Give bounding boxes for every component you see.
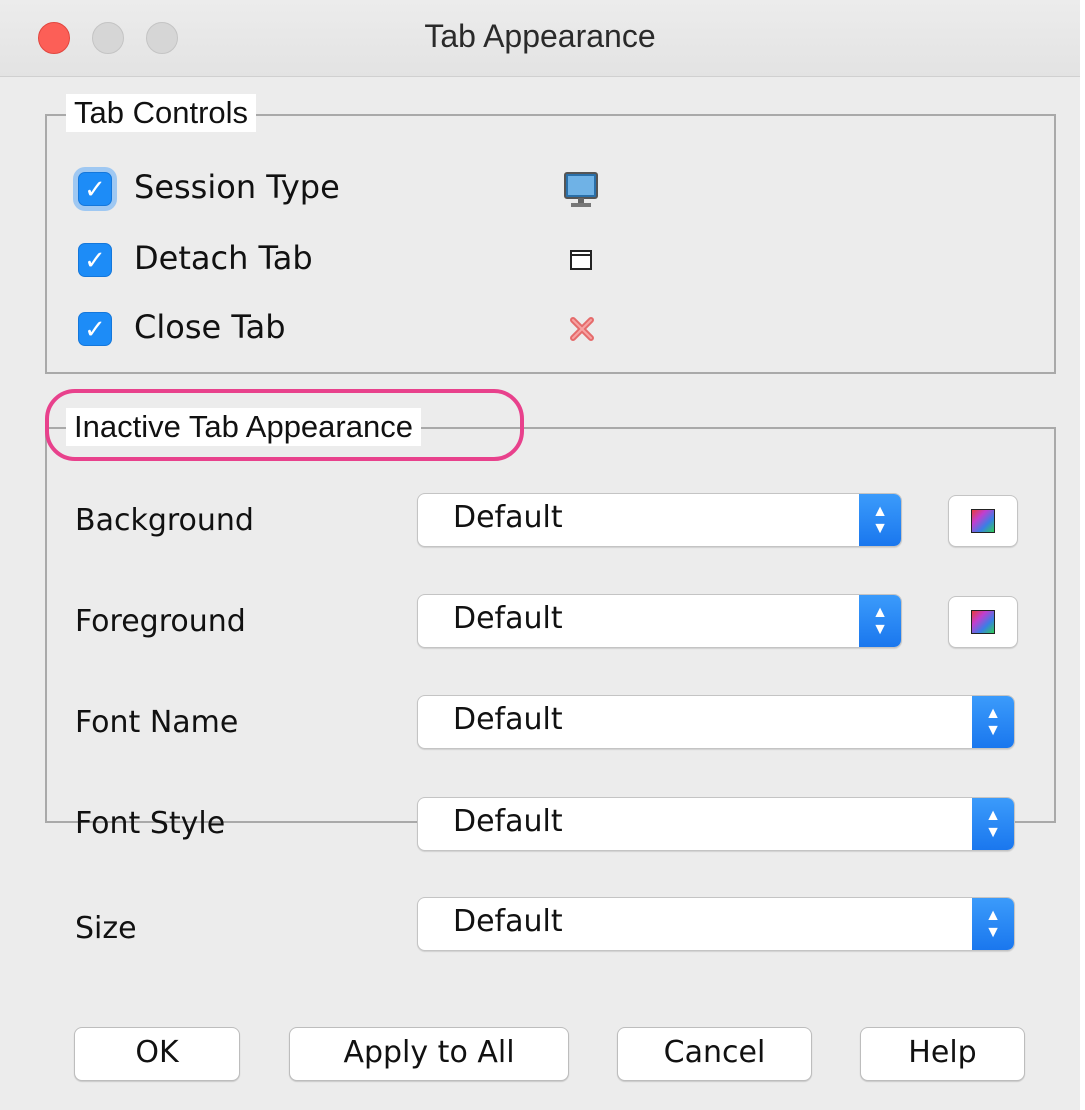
background-select-value: Default <box>453 500 563 535</box>
foreground-select-value: Default <box>453 601 563 636</box>
chevron-updown-icon[interactable]: ▲ ▼ <box>972 798 1014 850</box>
session-type-checkbox[interactable]: ✓ <box>78 172 112 206</box>
color-palette-icon <box>971 509 995 533</box>
chevron-updown-icon[interactable]: ▲ ▼ <box>859 494 901 546</box>
help-button[interactable]: Help <box>860 1027 1025 1081</box>
font-style-label: Font Style <box>75 806 226 841</box>
apply-to-all-button[interactable]: Apply to All <box>289 1027 569 1081</box>
chevron-updown-icon[interactable]: ▲ ▼ <box>972 696 1014 748</box>
foreground-select[interactable]: Default ▲ ▼ <box>417 594 902 648</box>
ok-button[interactable]: OK <box>74 1027 240 1081</box>
detach-tab-label: Detach Tab <box>134 239 313 277</box>
window-icon <box>570 250 592 270</box>
tab-appearance-dialog: Tab Appearance Tab Controls ✓ Session Ty… <box>0 0 1080 1110</box>
window-title: Tab Appearance <box>424 18 656 54</box>
font-name-select[interactable]: Default ▲ ▼ <box>417 695 1015 749</box>
window-edge <box>1080 0 1085 1110</box>
chevron-updown-icon[interactable]: ▲ ▼ <box>972 898 1014 950</box>
background-color-button[interactable] <box>948 495 1018 547</box>
font-style-select[interactable]: Default ▲ ▼ <box>417 797 1015 851</box>
font-name-label: Font Name <box>75 705 239 740</box>
highlight-annotation <box>45 389 524 461</box>
foreground-color-button[interactable] <box>948 596 1018 648</box>
color-palette-icon <box>971 610 995 634</box>
tab-controls-legend: Tab Controls <box>66 94 257 132</box>
background-select[interactable]: Default ▲ ▼ <box>417 493 902 547</box>
close-tab-label: Close Tab <box>134 308 286 346</box>
monitor-icon <box>564 172 598 207</box>
size-label: Size <box>75 911 137 946</box>
title-bar: Tab Appearance <box>0 0 1080 77</box>
chevron-updown-icon[interactable]: ▲ ▼ <box>859 595 901 647</box>
session-type-label: Session Type <box>134 168 340 206</box>
detach-tab-checkbox[interactable]: ✓ <box>78 243 112 277</box>
font-style-select-value: Default <box>453 804 563 839</box>
foreground-label: Foreground <box>75 604 246 639</box>
cancel-button[interactable]: Cancel <box>617 1027 812 1081</box>
background-label: Background <box>75 503 254 538</box>
font-name-select-value: Default <box>453 702 563 737</box>
size-select-value: Default <box>453 904 563 939</box>
size-select[interactable]: Default ▲ ▼ <box>417 897 1015 951</box>
close-x-icon <box>570 317 594 341</box>
close-tab-checkbox[interactable]: ✓ <box>78 312 112 346</box>
